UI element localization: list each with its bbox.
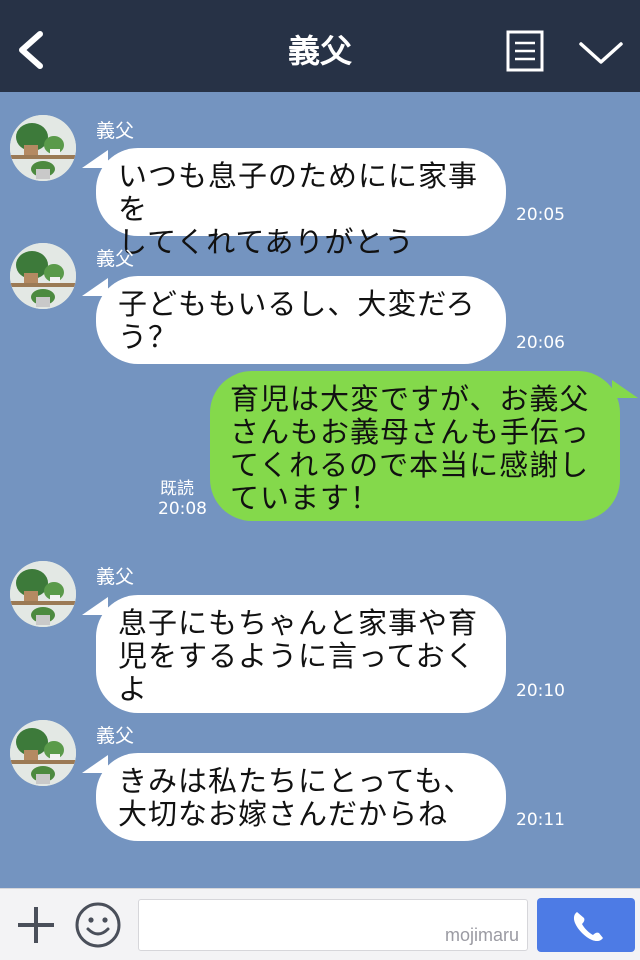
chat-area[interactable]: 義父 いつも息子のためにに家事を してくれてありがとう 20:05 義父 子ども…	[0, 92, 640, 888]
message-time: 20:11	[516, 810, 565, 830]
call-button[interactable]	[537, 898, 635, 952]
plant-avatar-icon	[10, 720, 76, 786]
add-button[interactable]	[14, 903, 58, 947]
smiley-icon	[75, 902, 121, 948]
memo-button[interactable]	[506, 30, 544, 72]
emoji-button[interactable]	[74, 901, 122, 949]
message-time: 20:08	[158, 499, 207, 519]
message-bubble[interactable]: 息子にもちゃんと家事や育 児をするように言っておく よ	[96, 595, 506, 713]
watermark: mojimaru	[444, 925, 519, 945]
read-receipt: 既読	[160, 479, 194, 499]
message-input[interactable]: mojimaru	[138, 899, 528, 951]
avatar[interactable]	[10, 243, 76, 309]
message-time: 20:05	[516, 205, 565, 225]
chat-header: 義父	[0, 0, 640, 92]
bubble-tail	[612, 380, 638, 398]
sender-name: 義父	[96, 725, 135, 747]
plant-avatar-icon	[10, 243, 76, 309]
avatar[interactable]	[10, 720, 76, 786]
avatar[interactable]	[10, 561, 76, 627]
message-bubble[interactable]: 育児は大変ですが、お義父 さんもお義母さんも手伝っ てくれるので本当に感謝し て…	[210, 371, 620, 521]
chevron-down-icon	[579, 42, 623, 64]
message-time: 20:10	[516, 681, 565, 701]
message-bubble[interactable]: いつも息子のためにに家事を してくれてありがとう	[96, 148, 506, 259]
sender-name: 義父	[96, 120, 135, 142]
input-bar: mojimaru	[0, 888, 640, 960]
sender-name: 義父	[96, 248, 135, 270]
message-bubble[interactable]: きみは私たちにとっても、 大切なお嫁さんだからね	[96, 753, 506, 841]
avatar[interactable]	[10, 115, 76, 181]
chat-title: 義父	[287, 32, 352, 70]
sender-name: 義父	[96, 566, 135, 588]
phone-icon	[573, 912, 603, 942]
message-time: 20:06	[516, 333, 565, 353]
plus-icon	[18, 907, 54, 943]
menu-button[interactable]	[578, 38, 624, 68]
message-bubble[interactable]: 子どももいるし、大変だろ う？	[96, 276, 506, 364]
memo-icon	[506, 30, 544, 72]
plant-avatar-icon	[10, 115, 76, 181]
plant-avatar-icon	[10, 561, 76, 627]
